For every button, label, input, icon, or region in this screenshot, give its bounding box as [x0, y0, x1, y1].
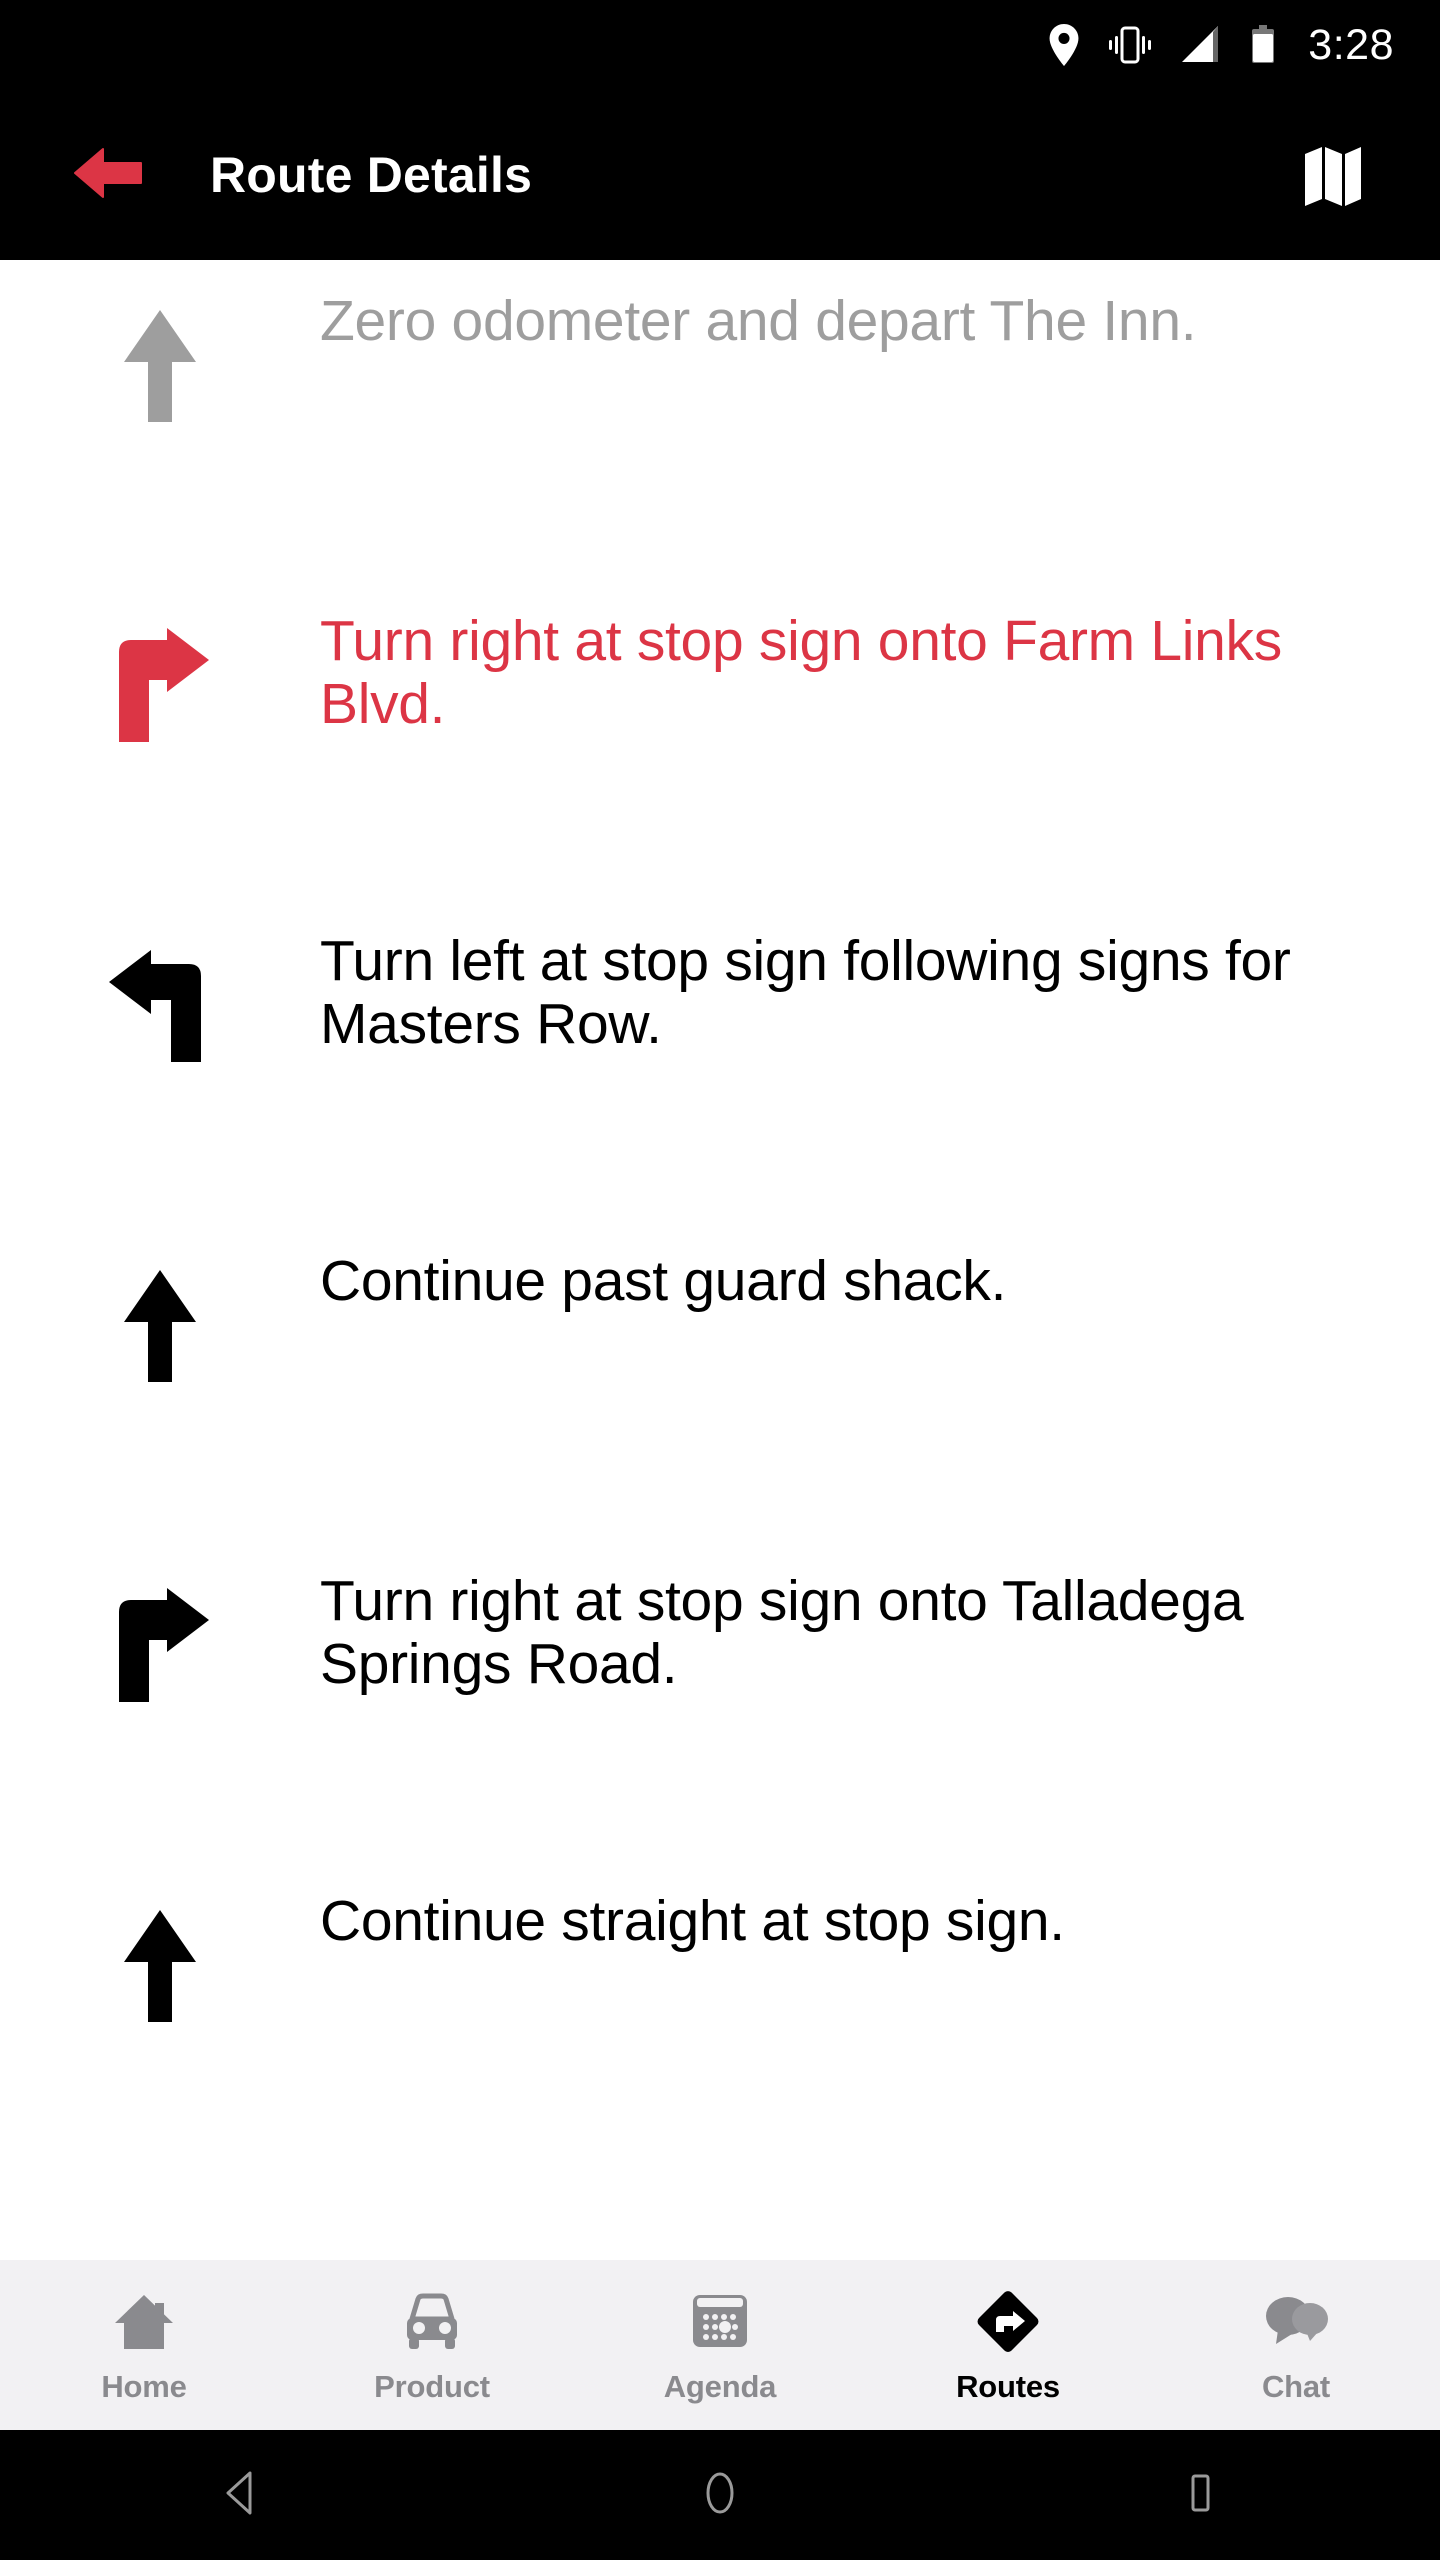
chat-bubbles-icon — [1260, 2285, 1332, 2359]
turn-right-icon — [0, 1540, 320, 1706]
route-step-text: Continue straight at stop sign. — [320, 1889, 1065, 1953]
route-step-text: Continue past guard shack. — [320, 1249, 1007, 1313]
android-system-nav — [0, 2430, 1440, 2560]
route-step-item[interactable]: Turn right at stop sign onto Talladega S… — [0, 1540, 1440, 1860]
arrow-left-icon — [71, 143, 143, 208]
map-icon — [1295, 136, 1369, 215]
circle-home-icon — [702, 2470, 738, 2521]
status-bar-time: 3:28 — [1308, 20, 1394, 69]
nav-label: Routes — [956, 2369, 1060, 2404]
route-step-text: Zero odometer and depart The Inn. — [320, 289, 1197, 353]
square-recents-icon — [1182, 2470, 1218, 2521]
turn-right-icon — [0, 580, 320, 746]
location-pin-icon — [1048, 24, 1080, 66]
route-step-item[interactable]: Zero odometer and depart The Inn. — [0, 260, 1440, 580]
car-icon — [398, 2285, 466, 2359]
home-icon — [111, 2285, 177, 2359]
nav-label: Home — [101, 2369, 187, 2404]
map-button[interactable] — [1284, 127, 1380, 223]
nav-item-home[interactable]: Home — [0, 2285, 288, 2405]
route-step-text: Turn right at stop sign onto Farm Links … — [320, 609, 1282, 736]
route-step-item[interactable]: Continue straight at stop sign. — [0, 1860, 1440, 2180]
app-bar: Route Details — [0, 90, 1440, 260]
route-step-text: Turn left at stop sign following signs f… — [320, 929, 1291, 1056]
route-step-item[interactable]: Turn left at stop sign following signs f… — [0, 900, 1440, 1220]
route-step-text: Turn right at stop sign onto Talladega S… — [320, 1569, 1244, 1696]
bottom-navigation: Home Product Agenda Routes Chat — [0, 2260, 1440, 2430]
android-back-button[interactable] — [165, 2430, 315, 2560]
nav-item-routes[interactable]: Routes — [864, 2285, 1152, 2405]
android-home-button[interactable] — [645, 2430, 795, 2560]
routes-diamond-icon — [973, 2285, 1043, 2359]
android-recents-button[interactable] — [1125, 2430, 1275, 2560]
arrow-up-icon — [0, 1220, 320, 1386]
signal-bars-icon — [1180, 24, 1224, 66]
calendar-icon — [689, 2285, 751, 2359]
back-button[interactable] — [52, 120, 162, 230]
nav-label: Product — [374, 2369, 490, 2404]
turn-left-icon — [0, 900, 320, 1066]
nav-item-product[interactable]: Product — [288, 2285, 576, 2405]
nav-label: Agenda — [663, 2369, 777, 2404]
battery-icon — [1250, 24, 1276, 66]
triangle-back-icon — [222, 2470, 258, 2521]
nav-item-chat[interactable]: Chat — [1152, 2285, 1440, 2405]
nav-item-agenda[interactable]: Agenda — [576, 2285, 864, 2405]
route-step-item[interactable]: Turn right at stop sign onto Farm Links … — [0, 580, 1440, 900]
phone-screen: 3:28 Route Details Zero odometer and dep… — [0, 0, 1440, 2560]
arrow-up-icon — [0, 1860, 320, 2026]
status-bar: 3:28 — [0, 0, 1440, 90]
vibrate-icon — [1106, 24, 1154, 66]
nav-label: Chat — [1261, 2369, 1331, 2404]
route-step-item[interactable]: Continue past guard shack. — [0, 1220, 1440, 1540]
page-title: Route Details — [210, 147, 533, 203]
arrow-up-icon — [0, 260, 320, 426]
route-steps-list[interactable]: Zero odometer and depart The Inn. Turn r… — [0, 260, 1440, 2270]
